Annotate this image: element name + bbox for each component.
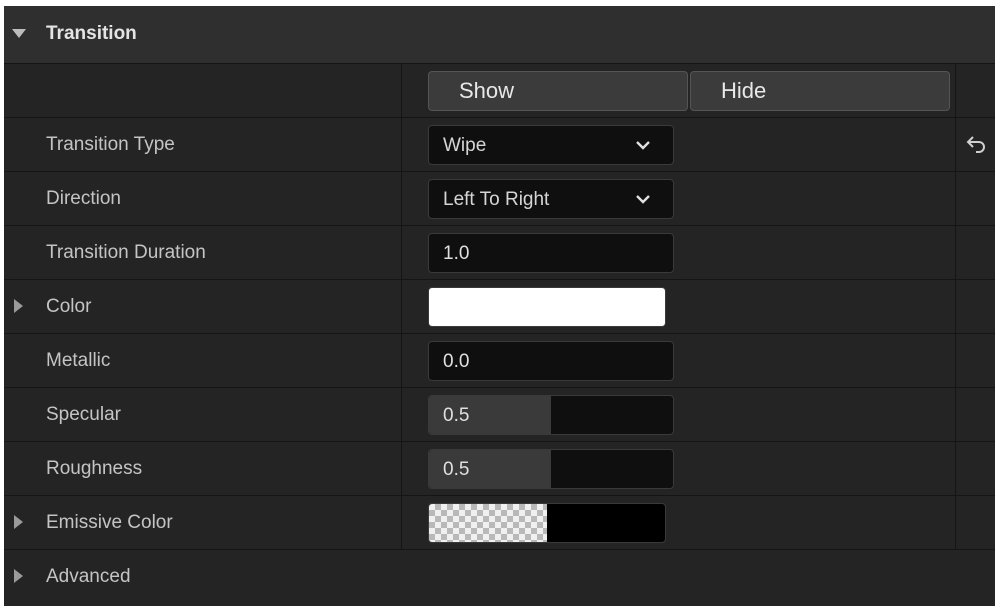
specular-slider[interactable]: 0.5 — [428, 395, 674, 435]
chevron-down-icon — [636, 195, 650, 204]
numeric-value: 0.5 — [443, 459, 470, 480]
property-row-advanced[interactable]: Advanced — [4, 550, 995, 606]
chevron-down-icon — [636, 141, 650, 150]
expand-triangle-icon[interactable] — [14, 299, 23, 313]
visibility-value-cell: Show Hide — [401, 64, 955, 117]
numeric-value: 0.5 — [443, 405, 470, 426]
metallic-slider[interactable]: 0.0 — [428, 341, 674, 381]
property-label: Direction — [46, 188, 121, 209]
property-row-transition-duration: Transition Duration 1.0 — [4, 226, 995, 280]
property-label: Transition Type — [46, 134, 175, 155]
numeric-value: 1.0 — [443, 243, 470, 264]
property-row-emissive-color: Emissive Color — [4, 496, 995, 550]
property-row-roughness: Roughness 0.5 — [4, 442, 995, 496]
section-title: Transition — [46, 23, 137, 44]
property-row-direction: Direction Left To Right — [4, 172, 995, 226]
property-label: Advanced — [46, 566, 131, 587]
direction-dropdown[interactable]: Left To Right — [428, 179, 674, 219]
property-row-color: Color — [4, 280, 995, 334]
expand-triangle-icon[interactable] — [14, 515, 23, 529]
roughness-slider[interactable]: 0.5 — [428, 449, 674, 489]
hide-button[interactable]: Hide — [690, 71, 950, 111]
property-label: Color — [46, 296, 92, 317]
details-panel: Transition Show Hide Transition Type Wip… — [4, 6, 995, 606]
property-label: Metallic — [46, 350, 111, 371]
property-label: Specular — [46, 404, 121, 425]
visibility-row: Show Hide — [4, 64, 995, 118]
section-header-transition[interactable]: Transition — [4, 6, 995, 64]
numeric-value: 0.0 — [443, 351, 470, 372]
reset-arrow-icon[interactable] — [965, 133, 987, 155]
transition-duration-input[interactable]: 1.0 — [428, 233, 674, 273]
dropdown-value: Wipe — [443, 135, 487, 156]
property-row-specular: Specular 0.5 — [4, 388, 995, 442]
collapse-triangle-icon[interactable] — [12, 29, 26, 38]
reset-cell — [955, 64, 995, 117]
property-label: Roughness — [46, 458, 143, 479]
transition-type-dropdown[interactable]: Wipe — [428, 125, 674, 165]
expand-triangle-icon[interactable] — [14, 569, 23, 583]
property-row-metallic: Metallic 0.0 — [4, 334, 995, 388]
property-label: Transition Duration — [46, 242, 206, 263]
property-row-transition-type: Transition Type Wipe — [4, 118, 995, 172]
visibility-name-cell — [4, 64, 400, 117]
show-button[interactable]: Show — [428, 71, 688, 111]
dropdown-value: Left To Right — [443, 189, 550, 210]
emissive-color-swatch[interactable] — [428, 503, 666, 543]
alpha-checker-pattern — [429, 504, 547, 542]
color-swatch[interactable] — [428, 287, 666, 327]
property-label: Emissive Color — [46, 512, 173, 533]
